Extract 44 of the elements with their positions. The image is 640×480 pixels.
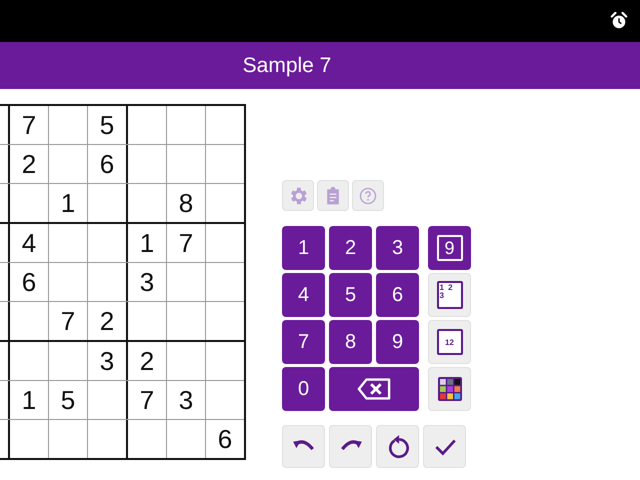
digit-key[interactable]: 6 [376,273,419,317]
digit-key[interactable]: 7 [282,320,325,364]
normal-mode-button[interactable]: 9 [428,226,471,270]
puzzle-title: Sample 7 [242,54,332,78]
given-digit: 2 [22,148,36,180]
undo-button[interactable] [282,425,325,468]
restart-button[interactable] [376,425,419,468]
given-digit: 8 [178,188,194,218]
digit-key[interactable]: 8 [329,320,372,364]
given-digit: 1 [140,228,154,258]
digit-key[interactable]: 1 [282,226,325,270]
backspace-icon [357,377,391,401]
given-digit: 1 [22,384,36,416]
backspace-key[interactable] [329,367,419,411]
given-digit: 6 [218,424,232,454]
center-mode-button[interactable]: 12 [428,320,471,364]
digit-key[interactable]: 2 [329,226,372,270]
given-digit: 4 [22,228,36,258]
digit-key[interactable]: 4 [282,273,325,317]
given-digit: 3 [100,346,114,376]
digit-key[interactable]: 3 [376,226,419,270]
given-digit: 7 [178,228,194,258]
given-digit: 3 [140,266,154,298]
given-digit: 5 [100,110,114,140]
given-digit: 6 [22,266,36,298]
digit-key[interactable]: 0 [282,367,325,411]
given-digit: 2 [100,306,114,336]
digit-key[interactable]: 5 [329,273,372,317]
given-digit: 3 [178,384,194,416]
redo-button[interactable] [329,425,372,468]
given-digit: 6 [100,148,114,180]
given-digit: 7 [22,110,36,140]
given-digit: 5 [60,384,76,416]
given-digit: 7 [60,306,76,336]
corner-mode-button[interactable]: 1 2 3 [428,273,471,317]
help-icon [358,186,378,206]
alarm-clock-icon [610,12,628,30]
given-digit: 2 [140,346,154,376]
color-mode-button[interactable] [428,367,471,411]
check-button[interactable] [423,425,466,468]
color-palette-icon [438,377,462,401]
given-digit: 1 [60,188,76,218]
digit-key[interactable]: 9 [376,320,419,364]
given-digit: 7 [140,384,154,416]
